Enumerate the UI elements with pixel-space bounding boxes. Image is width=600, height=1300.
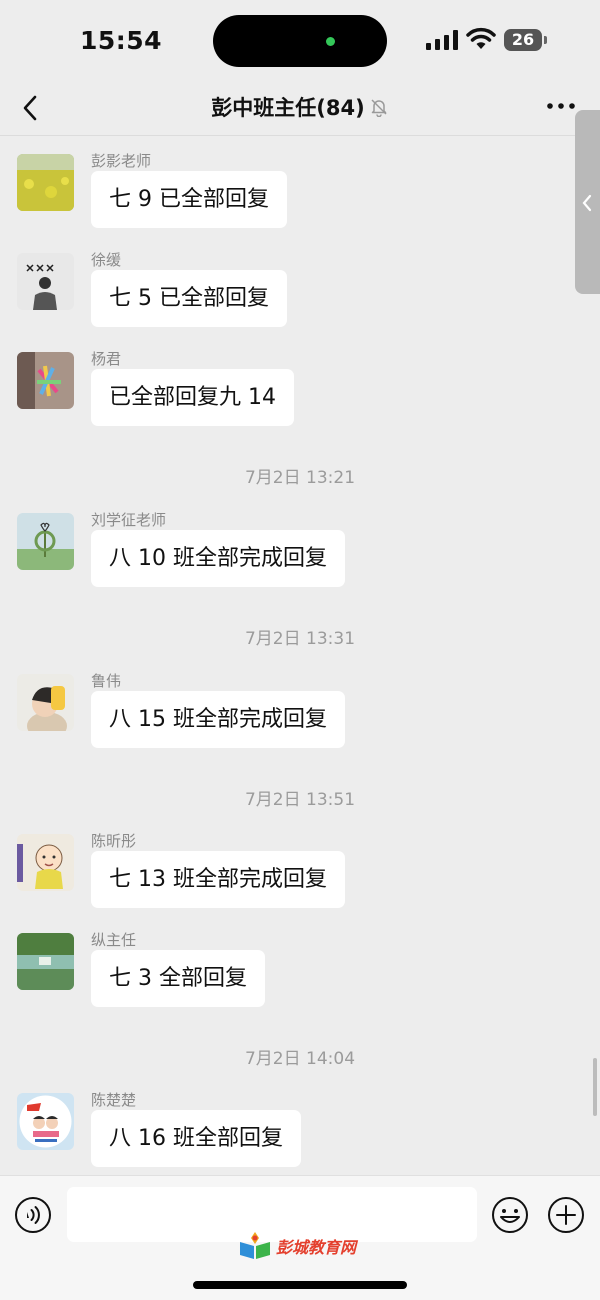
message-bubble[interactable]: 七 3 全部回复 <box>91 950 265 1007</box>
timestamp: 7月2日 13:31 <box>244 629 356 649</box>
sender-name: 鲁伟 <box>91 672 122 690</box>
avatar[interactable] <box>17 253 74 310</box>
sender-name: 刘学征老师 <box>91 511 167 529</box>
status-time: 15:54 <box>80 26 163 55</box>
sender-name: 纵主任 <box>91 931 137 949</box>
message-bubble[interactable]: 七 13 班全部完成回复 <box>91 851 345 908</box>
message-bubble[interactable]: 已全部回复九 14 <box>91 369 294 426</box>
sender-name: 陈楚楚 <box>91 1091 137 1109</box>
avatar[interactable] <box>17 1093 74 1150</box>
watermark: 彭城教育网 <box>238 1232 356 1260</box>
camera-dot <box>326 37 335 46</box>
message-input[interactable] <box>67 1187 477 1242</box>
book-logo-icon <box>240 1232 270 1259</box>
avatar[interactable] <box>17 154 74 211</box>
timestamp: 7月2日 14:04 <box>244 1049 356 1069</box>
avatar[interactable] <box>17 513 74 570</box>
side-panel-tab[interactable] <box>575 110 600 294</box>
battery-icon: 26 <box>504 29 542 51</box>
chat-title: 彭中班主任(84) <box>0 92 600 122</box>
message-bubble[interactable]: 七 9 已全部回复 <box>91 171 287 228</box>
plus-icon[interactable] <box>547 1196 585 1234</box>
avatar[interactable] <box>17 834 74 891</box>
sender-name: 陈昕彤 <box>91 832 137 850</box>
message-bubble[interactable]: 八 10 班全部完成回复 <box>91 530 345 587</box>
dynamic-island <box>213 15 387 67</box>
message-bubble[interactable]: 八 15 班全部完成回复 <box>91 691 345 748</box>
chevron-left-icon <box>582 194 592 212</box>
timestamp: 7月2日 13:21 <box>244 468 356 488</box>
chat-title-text: 彭中班主任(84) <box>211 96 365 120</box>
watermark-text: 彭城教育网 <box>276 1238 357 1257</box>
mute-bell-icon <box>371 99 387 117</box>
avatar[interactable] <box>17 933 74 990</box>
emoji-icon[interactable] <box>491 1196 529 1234</box>
timestamp: 7月2日 13:51 <box>244 790 356 810</box>
scrollbar[interactable] <box>593 1058 597 1116</box>
battery-cap <box>544 36 547 44</box>
sender-name: 彭影老师 <box>91 152 152 170</box>
voice-icon[interactable] <box>14 1196 52 1234</box>
more-dots-icon[interactable] <box>546 100 576 112</box>
home-indicator <box>193 1281 407 1289</box>
sender-name: 杨君 <box>91 350 122 368</box>
sender-name: 徐缓 <box>91 251 122 269</box>
message-bubble[interactable]: 八 16 班全部回复 <box>91 1110 301 1167</box>
signal-icon <box>426 30 458 50</box>
wifi-icon <box>466 27 496 49</box>
message-bubble[interactable]: 七 5 已全部回复 <box>91 270 287 327</box>
chat-header: 彭中班主任(84) <box>0 80 600 136</box>
status-bar: 15:54 26 <box>0 0 600 80</box>
avatar[interactable] <box>17 352 74 409</box>
avatar[interactable] <box>17 674 74 731</box>
input-bar: 彭城教育网 <box>0 1175 600 1300</box>
